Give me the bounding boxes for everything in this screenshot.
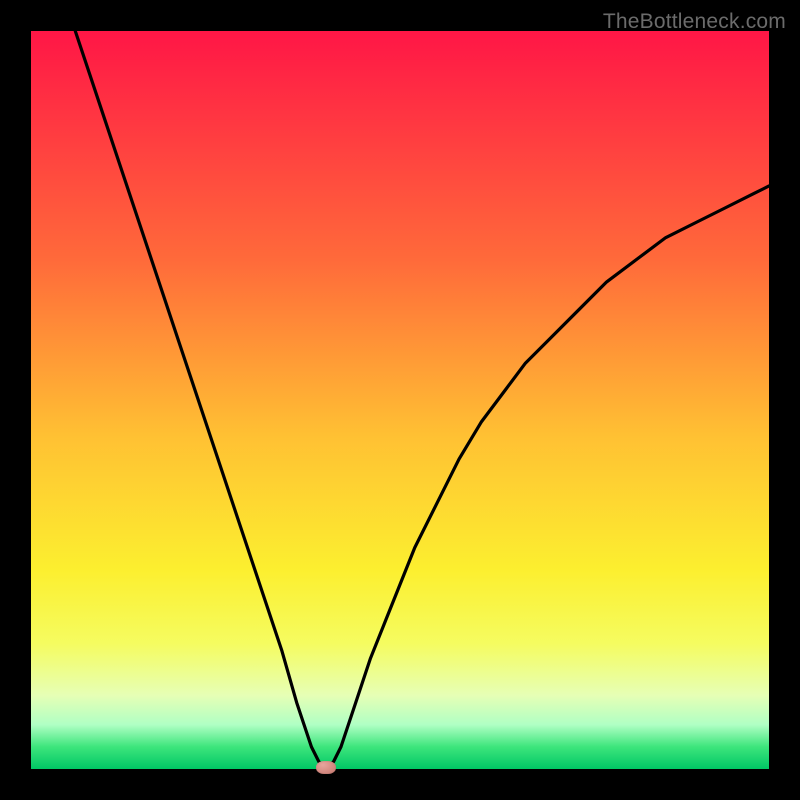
optimum-marker — [316, 761, 336, 774]
watermark-label: TheBottleneck.com — [603, 10, 786, 34]
bottleneck-curve — [31, 31, 769, 769]
curve-left-branch — [75, 31, 326, 769]
curve-right-branch — [326, 186, 769, 769]
chart-frame: TheBottleneck.com — [0, 0, 800, 800]
plot-area — [31, 31, 769, 769]
